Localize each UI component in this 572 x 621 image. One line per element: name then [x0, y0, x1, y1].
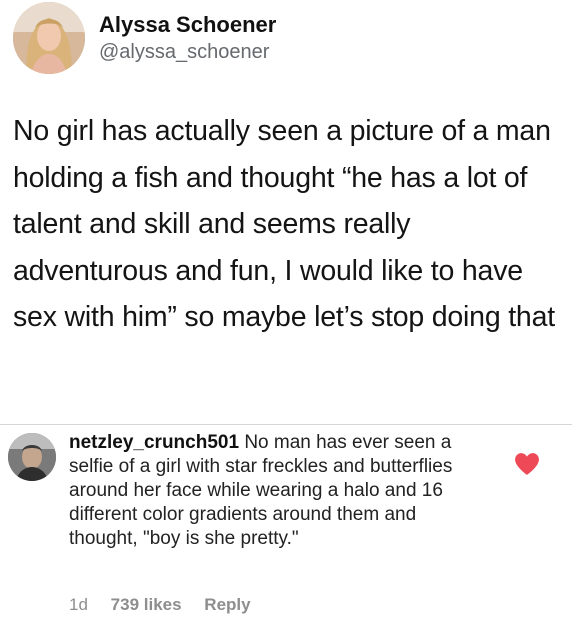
commenter-avatar[interactable]	[8, 433, 56, 481]
author-avatar[interactable]	[13, 2, 85, 74]
commenter-username[interactable]: netzley_crunch501	[69, 432, 239, 453]
tweet-card: Alyssa Schoener @alyssa_schoener No girl…	[0, 0, 572, 410]
commenter-avatar-image	[8, 433, 56, 481]
tweet-text: No girl has actually seen a picture of a…	[13, 115, 555, 333]
heart-icon[interactable]	[514, 452, 540, 476]
comment-body: netzley_crunch501 No man has ever seen a…	[69, 431, 469, 551]
author-name[interactable]: Alyssa Schoener	[99, 12, 276, 38]
author-avatar-image	[13, 2, 85, 74]
comment-likes[interactable]: 739 likes	[111, 595, 182, 614]
comment-meta: 1d 739 likes Reply	[69, 595, 251, 615]
comment: netzley_crunch501 No man has ever seen a…	[0, 425, 572, 621]
author-handle[interactable]: @alyssa_schoener	[99, 40, 269, 64]
reply-button[interactable]: Reply	[204, 595, 250, 614]
comment-time: 1d	[69, 595, 88, 614]
